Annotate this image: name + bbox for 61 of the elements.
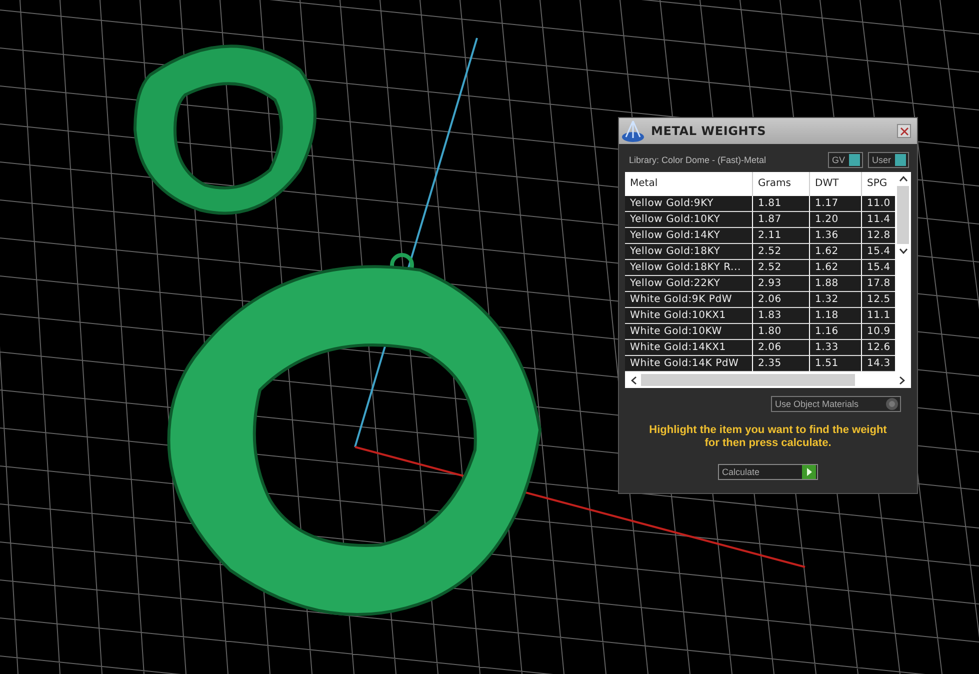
table-cell: White Gold:14K PdW xyxy=(625,356,753,372)
table-cell: 1.17 xyxy=(810,196,862,212)
table-cell: 1.80 xyxy=(753,324,810,340)
table-cell: Yellow Gold:14KY xyxy=(625,228,753,244)
table-cell: Yellow Gold:18KY xyxy=(625,244,753,260)
table-cell: White Gold:14KX1 xyxy=(625,340,753,356)
table-cell: 11.1 xyxy=(862,308,895,324)
scroll-up-icon xyxy=(898,176,908,182)
table-cell: 1.81 xyxy=(753,196,810,212)
table-cell: 2.93 xyxy=(753,276,810,292)
table-cell: 2.35 xyxy=(753,356,810,372)
dome-icon xyxy=(621,119,645,143)
table-cell: 12.6 xyxy=(862,340,895,356)
table-cell: 12.8 xyxy=(862,228,895,244)
table-cell: 1.83 xyxy=(753,308,810,324)
table-cell: White Gold:10KX1 xyxy=(625,308,753,324)
scroll-left-icon xyxy=(631,376,637,384)
toggle-button[interactable]: User xyxy=(868,152,909,168)
table-cell: 17.8 xyxy=(862,276,895,292)
instruction-text: Highlight the item you want to find the weight for then press calculate. xyxy=(648,424,888,450)
table-cell: 1.51 xyxy=(810,356,862,372)
table-cell: 1.62 xyxy=(810,244,862,260)
play-icon xyxy=(802,465,816,479)
table-cell: 11.4 xyxy=(862,212,895,228)
table-cell: 1.18 xyxy=(810,308,862,324)
scroll-down-icon xyxy=(898,248,908,254)
table-cell: 2.52 xyxy=(753,260,810,276)
table-cell: 15.4 xyxy=(862,260,895,276)
table-cell: 2.06 xyxy=(753,340,810,356)
close-button[interactable] xyxy=(897,124,911,138)
table-cell: 2.52 xyxy=(753,244,810,260)
table-cell: 11.0 xyxy=(862,196,895,212)
scroll-thumb[interactable] xyxy=(897,186,909,244)
toggle-button[interactable]: GV xyxy=(828,152,863,168)
table-cell: 1.62 xyxy=(810,260,862,276)
table-cell: 1.16 xyxy=(810,324,862,340)
table-cell: 2.06 xyxy=(753,292,810,308)
scroll-thumb[interactable] xyxy=(641,374,855,386)
table-cell: 2.11 xyxy=(753,228,810,244)
table-cell: 1.36 xyxy=(810,228,862,244)
library-label: Library: Color Dome - (Fast)-Metal xyxy=(629,155,766,165)
table-cell: 15.4 xyxy=(862,244,895,260)
use-object-materials-toggle[interactable]: Use Object Materials xyxy=(771,396,901,412)
calculate-button[interactable]: Calculate xyxy=(718,464,818,480)
table-cell: Yellow Gold:10KY xyxy=(625,212,753,228)
table-cell: 1.33 xyxy=(810,340,862,356)
table-cell: 1.20 xyxy=(810,212,862,228)
close-icon xyxy=(900,126,908,136)
table-cell: 12.5 xyxy=(862,292,895,308)
table-cell: White Gold:9K PdW xyxy=(625,292,753,308)
table-cell: 1.87 xyxy=(753,212,810,228)
scroll-right-icon xyxy=(899,376,905,384)
table-cell: Yellow Gold:18KY R... xyxy=(625,260,753,276)
table-cell: 10.9 xyxy=(862,324,895,340)
table-cell: 1.32 xyxy=(810,292,862,308)
table-cell: Yellow Gold:22KY xyxy=(625,276,753,292)
table-cell: 14.3 xyxy=(862,356,895,372)
table-cell: White Gold:10KW xyxy=(625,324,753,340)
table-cell: 1.88 xyxy=(810,276,862,292)
panel-title: METAL WEIGHTS xyxy=(651,124,768,138)
table-cell: Yellow Gold:9KY xyxy=(625,196,753,212)
